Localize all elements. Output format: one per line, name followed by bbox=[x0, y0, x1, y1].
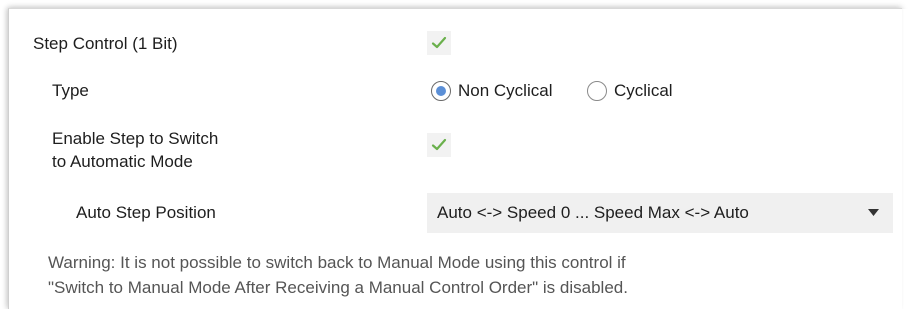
checkmark-icon bbox=[431, 36, 447, 49]
radio-selected-dot bbox=[436, 86, 446, 96]
enable-step-checkbox[interactable] bbox=[427, 133, 451, 157]
warning-text-line1: Warning: It is not possible to switch ba… bbox=[48, 253, 626, 272]
radio-cyclical[interactable] bbox=[587, 81, 607, 101]
radio-non-cyclical[interactable] bbox=[431, 81, 451, 101]
warning-text-line2: "Switch to Manual Mode After Receiving a… bbox=[48, 278, 628, 297]
checkmark-icon bbox=[431, 138, 447, 151]
auto-step-position-dropdown[interactable]: Auto <-> Speed 0 ... Speed Max <-> Auto bbox=[427, 193, 893, 233]
settings-panel: Step Control (1 Bit) Type Non Cyclical C… bbox=[8, 8, 909, 309]
type-label: Type bbox=[52, 81, 89, 100]
step-control-label: Step Control (1 Bit) bbox=[33, 34, 178, 53]
step-control-checkbox[interactable] bbox=[427, 31, 451, 55]
chevron-down-icon bbox=[868, 209, 879, 216]
radio-non-cyclical-label[interactable]: Non Cyclical bbox=[458, 80, 552, 102]
auto-step-position-label: Auto Step Position bbox=[76, 203, 216, 222]
radio-cyclical-label[interactable]: Cyclical bbox=[614, 80, 673, 102]
auto-step-position-value: Auto <-> Speed 0 ... Speed Max <-> Auto bbox=[437, 203, 749, 222]
enable-step-label-line2: to Automatic Mode bbox=[52, 152, 193, 171]
enable-step-label-line1: Enable Step to Switch bbox=[52, 129, 219, 148]
